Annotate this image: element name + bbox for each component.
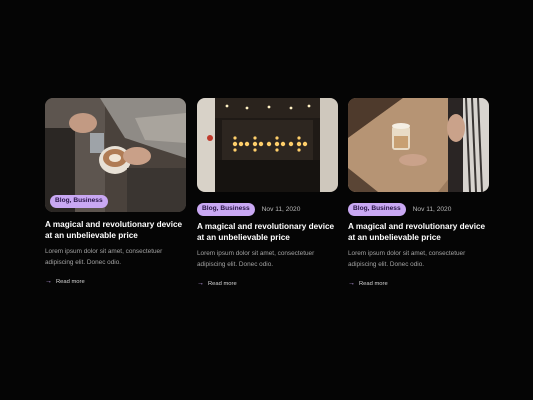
post-date: Nov 11, 2020 bbox=[412, 205, 452, 213]
post-meta: Blog, Business Nov 11, 2020 bbox=[197, 202, 338, 216]
post-image-latte-art[interactable]: Blog, Business bbox=[45, 98, 186, 212]
category-badge[interactable]: Blog, Business bbox=[197, 202, 255, 216]
category-badge[interactable]: Blog, Business bbox=[348, 202, 406, 216]
blog-card-grid: Blog, Business A magical and revolutiona… bbox=[45, 98, 490, 298]
arrow-right-icon: → bbox=[197, 280, 204, 287]
post-excerpt: Lorem ipsum dolor sit amet, consectetuer… bbox=[197, 250, 315, 268]
read-more-label: Read more bbox=[359, 280, 388, 287]
read-more-link[interactable]: → Read more bbox=[197, 280, 338, 287]
arrow-right-icon: → bbox=[348, 280, 355, 287]
blog-card[interactable]: Blog, Business Nov 11, 2020 A magical an… bbox=[197, 98, 338, 287]
post-meta: Blog, Business bbox=[50, 194, 108, 208]
post-title[interactable]: A magical and revolutionary device at an… bbox=[45, 220, 186, 241]
blog-card[interactable]: Blog, Business A magical and revolutiona… bbox=[45, 98, 186, 285]
arrow-right-icon: → bbox=[45, 278, 52, 285]
post-title[interactable]: A magical and revolutionary device at an… bbox=[197, 222, 338, 243]
post-excerpt: Lorem ipsum dolor sit amet, consectetuer… bbox=[348, 250, 466, 268]
cafe-neon-sign-image bbox=[197, 98, 338, 192]
post-image-iced-coffee[interactable] bbox=[348, 98, 489, 192]
post-image-cafe-sign[interactable] bbox=[197, 98, 338, 192]
read-more-label: Read more bbox=[56, 278, 85, 285]
read-more-link[interactable]: → Read more bbox=[348, 280, 489, 287]
read-more-link[interactable]: → Read more bbox=[45, 278, 186, 285]
category-badge[interactable]: Blog, Business bbox=[50, 194, 108, 208]
post-meta: Blog, Business Nov 11, 2020 bbox=[348, 202, 489, 216]
post-excerpt: Lorem ipsum dolor sit amet, consectetuer… bbox=[45, 248, 163, 266]
read-more-label: Read more bbox=[208, 280, 237, 287]
blog-card[interactable]: Blog, Business Nov 11, 2020 A magical an… bbox=[348, 98, 489, 287]
post-title[interactable]: A magical and revolutionary device at an… bbox=[348, 222, 489, 243]
iced-coffee-image bbox=[348, 98, 489, 192]
post-date: Nov 11, 2020 bbox=[261, 205, 301, 213]
